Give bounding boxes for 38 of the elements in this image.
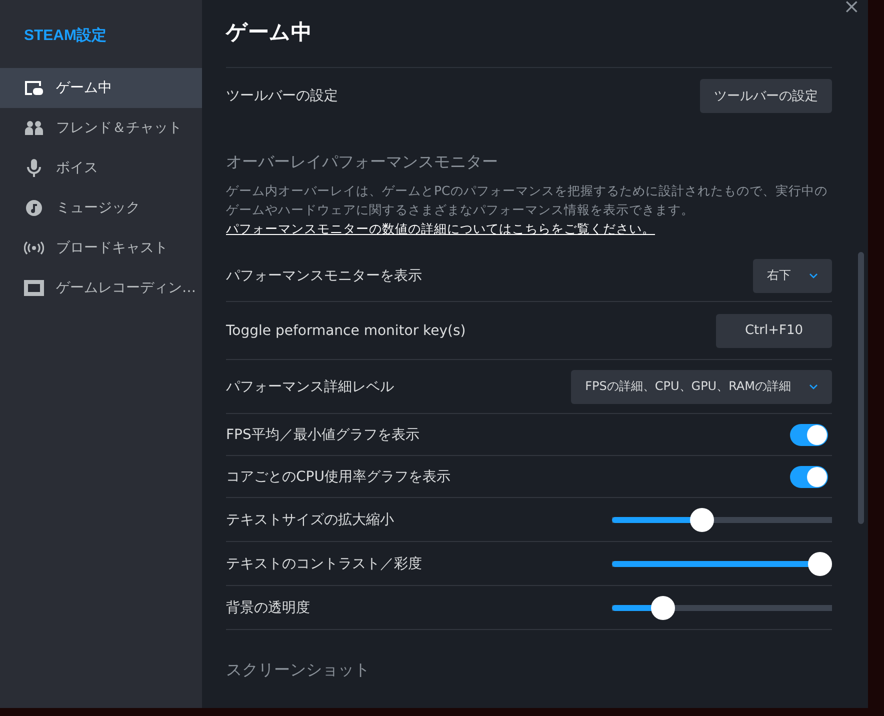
people-icon <box>24 120 44 136</box>
setting-label: テキストサイズの拡大縮小 <box>226 510 394 528</box>
slider-thumb[interactable] <box>808 552 832 576</box>
setting-label: テキストのコントラスト／彩度 <box>226 554 422 572</box>
setting-label: パフォーマンス詳細レベル <box>226 378 394 396</box>
toggle-switch[interactable] <box>790 424 828 446</box>
close-button[interactable]: × <box>843 0 860 18</box>
toolbar-settings-button[interactable]: ツールバーの設定 <box>700 79 832 113</box>
sidebar-item[interactable]: ボイス <box>0 148 202 188</box>
sidebar-item[interactable]: ブロードキャスト <box>0 228 202 268</box>
page-title: ゲーム中 <box>226 18 832 68</box>
section-description: ゲーム内オーバーレイは、ゲームとPCのパフォーマンスを把握するために設計されたもので、実行中のゲームやハードウェアに関するさまざまなパフォーマンス情報を表示できます。 パフォーマンスモニターの数値の詳細についてはこちらをご覧ください。 <box>226 182 828 238</box>
dropdown[interactable]: 右下 <box>753 258 832 292</box>
scrollbar[interactable] <box>858 252 864 524</box>
setting-label: コアごとのCPU使用率グラフを表示 <box>226 468 450 486</box>
slider-thumb[interactable] <box>690 508 714 532</box>
dropdown[interactable]: FPSの詳細、CPU、GPU、RAMの詳細 <box>571 370 832 404</box>
setting-label: FPS平均／最小値グラフを表示 <box>226 426 420 444</box>
details-link[interactable]: パフォーマンスモニターの数値の詳細についてはこちらをご覧ください。 <box>226 221 655 236</box>
setting-label: ツールバーの設定 <box>226 87 338 105</box>
key-binding-button[interactable]: Ctrl+F10 <box>716 314 832 348</box>
section-heading: オーバーレイパフォーマンスモニター <box>226 152 499 173</box>
music-icon <box>24 199 44 217</box>
section-heading: スクリーンショット <box>226 660 371 681</box>
broadcast-icon <box>24 241 44 255</box>
sidebar-item[interactable]: ゲーム中 <box>0 68 202 108</box>
sidebar-item[interactable]: ゲームレコーディン… <box>0 268 202 308</box>
toggle-switch[interactable] <box>790 466 828 488</box>
chevron-down-icon <box>809 272 818 278</box>
microphone-icon <box>24 159 44 177</box>
setting-label: 背景の透明度 <box>226 598 310 616</box>
chevron-down-icon <box>809 384 818 390</box>
sidebar-item[interactable]: フレンド＆チャット <box>0 108 202 148</box>
sidebar-title: STEAM設定 <box>23 26 108 45</box>
slider-thumb[interactable] <box>651 596 676 620</box>
sidebar-item[interactable]: ミュージック <box>0 188 202 228</box>
setting-label: パフォーマンスモニターを表示 <box>226 266 422 284</box>
setting-label: Toggle peformance monitor key(s) <box>226 322 466 338</box>
